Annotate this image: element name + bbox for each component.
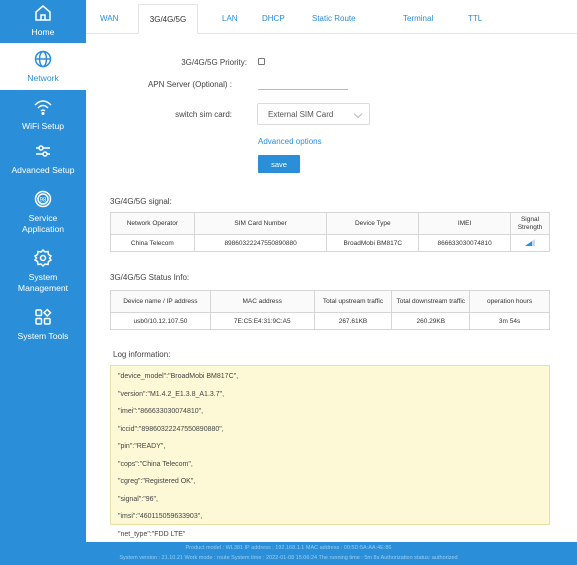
sidebar-item-system-tools[interactable]: System Tools [0,303,86,347]
advanced-options-link[interactable]: Advanced options [258,137,322,146]
log-line: "device_model":"BroadMobi BM817C", [118,373,239,380]
table-cell: China Telecom [110,234,195,252]
table-header-row: Network Operator SIM Card Number Device … [110,212,550,235]
tab-ttl[interactable]: TTL [468,14,482,23]
sidebar-item-system-management[interactable]: System Management [0,243,86,300]
table-header: Total upstream traffic [313,290,393,313]
globe-icon [32,48,54,70]
gear-icon [32,247,54,269]
log-line: "pin":"READY", [118,443,166,450]
home-icon [32,2,54,24]
save-button[interactable]: save [258,155,300,173]
sidebar-item-home[interactable]: Home [0,0,86,43]
table-cell: 260.29KB [391,312,471,330]
sim-select[interactable]: External SIM Card [257,103,370,125]
table-header: Network Operator [110,212,195,235]
wifi-icon [32,96,54,118]
tab-wan[interactable]: WAN [100,14,118,23]
table-header-row: Device name / IP address MAC address Tot… [110,290,550,313]
tab-lan[interactable]: LAN [222,14,238,23]
log-line: "signal":"96", [118,495,158,503]
sidebar-item-network[interactable]: Network [0,43,86,90]
table-row: usb0/10.12.107.50 7E:C5:E4:31:9C:A5 267.… [110,312,550,330]
sidebar-item-service-application[interactable]: 98 Service Application [0,184,86,239]
signal-section-title: 3G/4G/5G signal: [110,197,172,206]
sidebar-item-label: System Tools [17,331,69,341]
log-line: "imei":"866633030074810", [118,408,204,415]
svg-text:98: 98 [40,198,47,204]
priority-label: 3G/4G/5G Priority: [181,58,247,67]
chevron-down-icon [353,109,363,119]
table-cell [510,234,550,252]
apn-label: APN Server (Optional) : [147,80,232,89]
table-cell: usb0/10.12.107.50 [110,312,211,330]
table-cell: 7E:C5:E4:31:9C:A5 [209,312,315,330]
table-cell: 3m 54s [469,312,550,330]
status-section-title: 3G/4G/5G Status Info: [110,273,190,282]
log-line: "net_type":"FDD LTE" [118,530,186,538]
sliders-icon [32,140,54,162]
sidebar-item-label: Network [27,73,59,83]
tab-3g4g5g[interactable]: 3G/4G/5G [138,4,198,34]
sidebar-item-label: Home [31,27,55,37]
sidebar-item-wifi-setup[interactable]: WiFi Setup [0,92,86,136]
table-row: China Telecom 89860322247550890880 Broad… [110,234,550,252]
sidebar-item-label: Advanced Setup [11,165,75,175]
table-cell: 89860322247550890880 [193,234,328,252]
log-line: "iccid":"89860322247550890880", [118,425,224,433]
sim-label: switch sim card: [175,110,232,119]
priority-checkbox[interactable] [258,58,265,65]
service-icon: 98 [32,188,54,210]
footer-system-info: System version : 21.10.21 Work mode : ro… [119,555,458,561]
table-header: Device Type [326,212,420,235]
sidebar-item-label: WiFi Setup [21,121,65,131]
footer: Product model : WL381 IP address : 192.1… [0,542,577,565]
sidebar: Home Network WiFi Setup Advanced Setup 9… [0,0,86,542]
sidebar-item-label: Service Application [21,213,65,234]
apn-input[interactable] [258,89,348,90]
table-header: Device name / IP address [110,290,211,313]
table-header: Signal Strength [510,212,550,235]
log-line: "cgreg":"Registered OK", [118,478,196,485]
sidebar-item-label: System Management [17,272,69,293]
table-header: IMEI [418,212,511,235]
tab-terminal[interactable]: Terminal [403,14,433,23]
table-header: Total downstream traffic [391,290,471,313]
table-cell: BroadMobi BM817C [326,234,420,252]
table-header: SIM Card Number [193,212,328,235]
tab-bar: WAN 3G/4G/5G LAN DHCP Static Route Termi… [86,0,577,34]
log-title: Log information: [113,350,171,359]
log-line: "imsi":"460115059633903", [118,513,203,520]
footer-product-info: Product model : WL381 IP address : 192.1… [185,545,392,551]
sidebar-item-advanced-setup[interactable]: Advanced Setup [0,137,86,181]
status-table: Device name / IP address MAC address Tot… [110,290,550,330]
log-panel: "device_model":"BroadMobi BM817C", "vers… [110,365,550,538]
table-cell: 267.61KB [313,312,393,330]
tab-static-route[interactable]: Static Route [312,14,356,23]
sim-select-value: External SIM Card [268,110,334,119]
signal-table: Network Operator SIM Card Number Device … [110,212,550,252]
table-header: MAC address [209,290,315,313]
signal-bars-icon [525,239,535,247]
table-cell: 866633030074810 [418,234,511,252]
table-header: operation hours [469,290,550,313]
log-line: "version":"M1.4.2_E1.3.8_A1.3.7", [118,390,225,398]
tab-dhcp[interactable]: DHCP [262,14,285,23]
log-line: "cops":"China Telecom", [118,460,193,468]
tools-grid-icon [32,306,54,328]
